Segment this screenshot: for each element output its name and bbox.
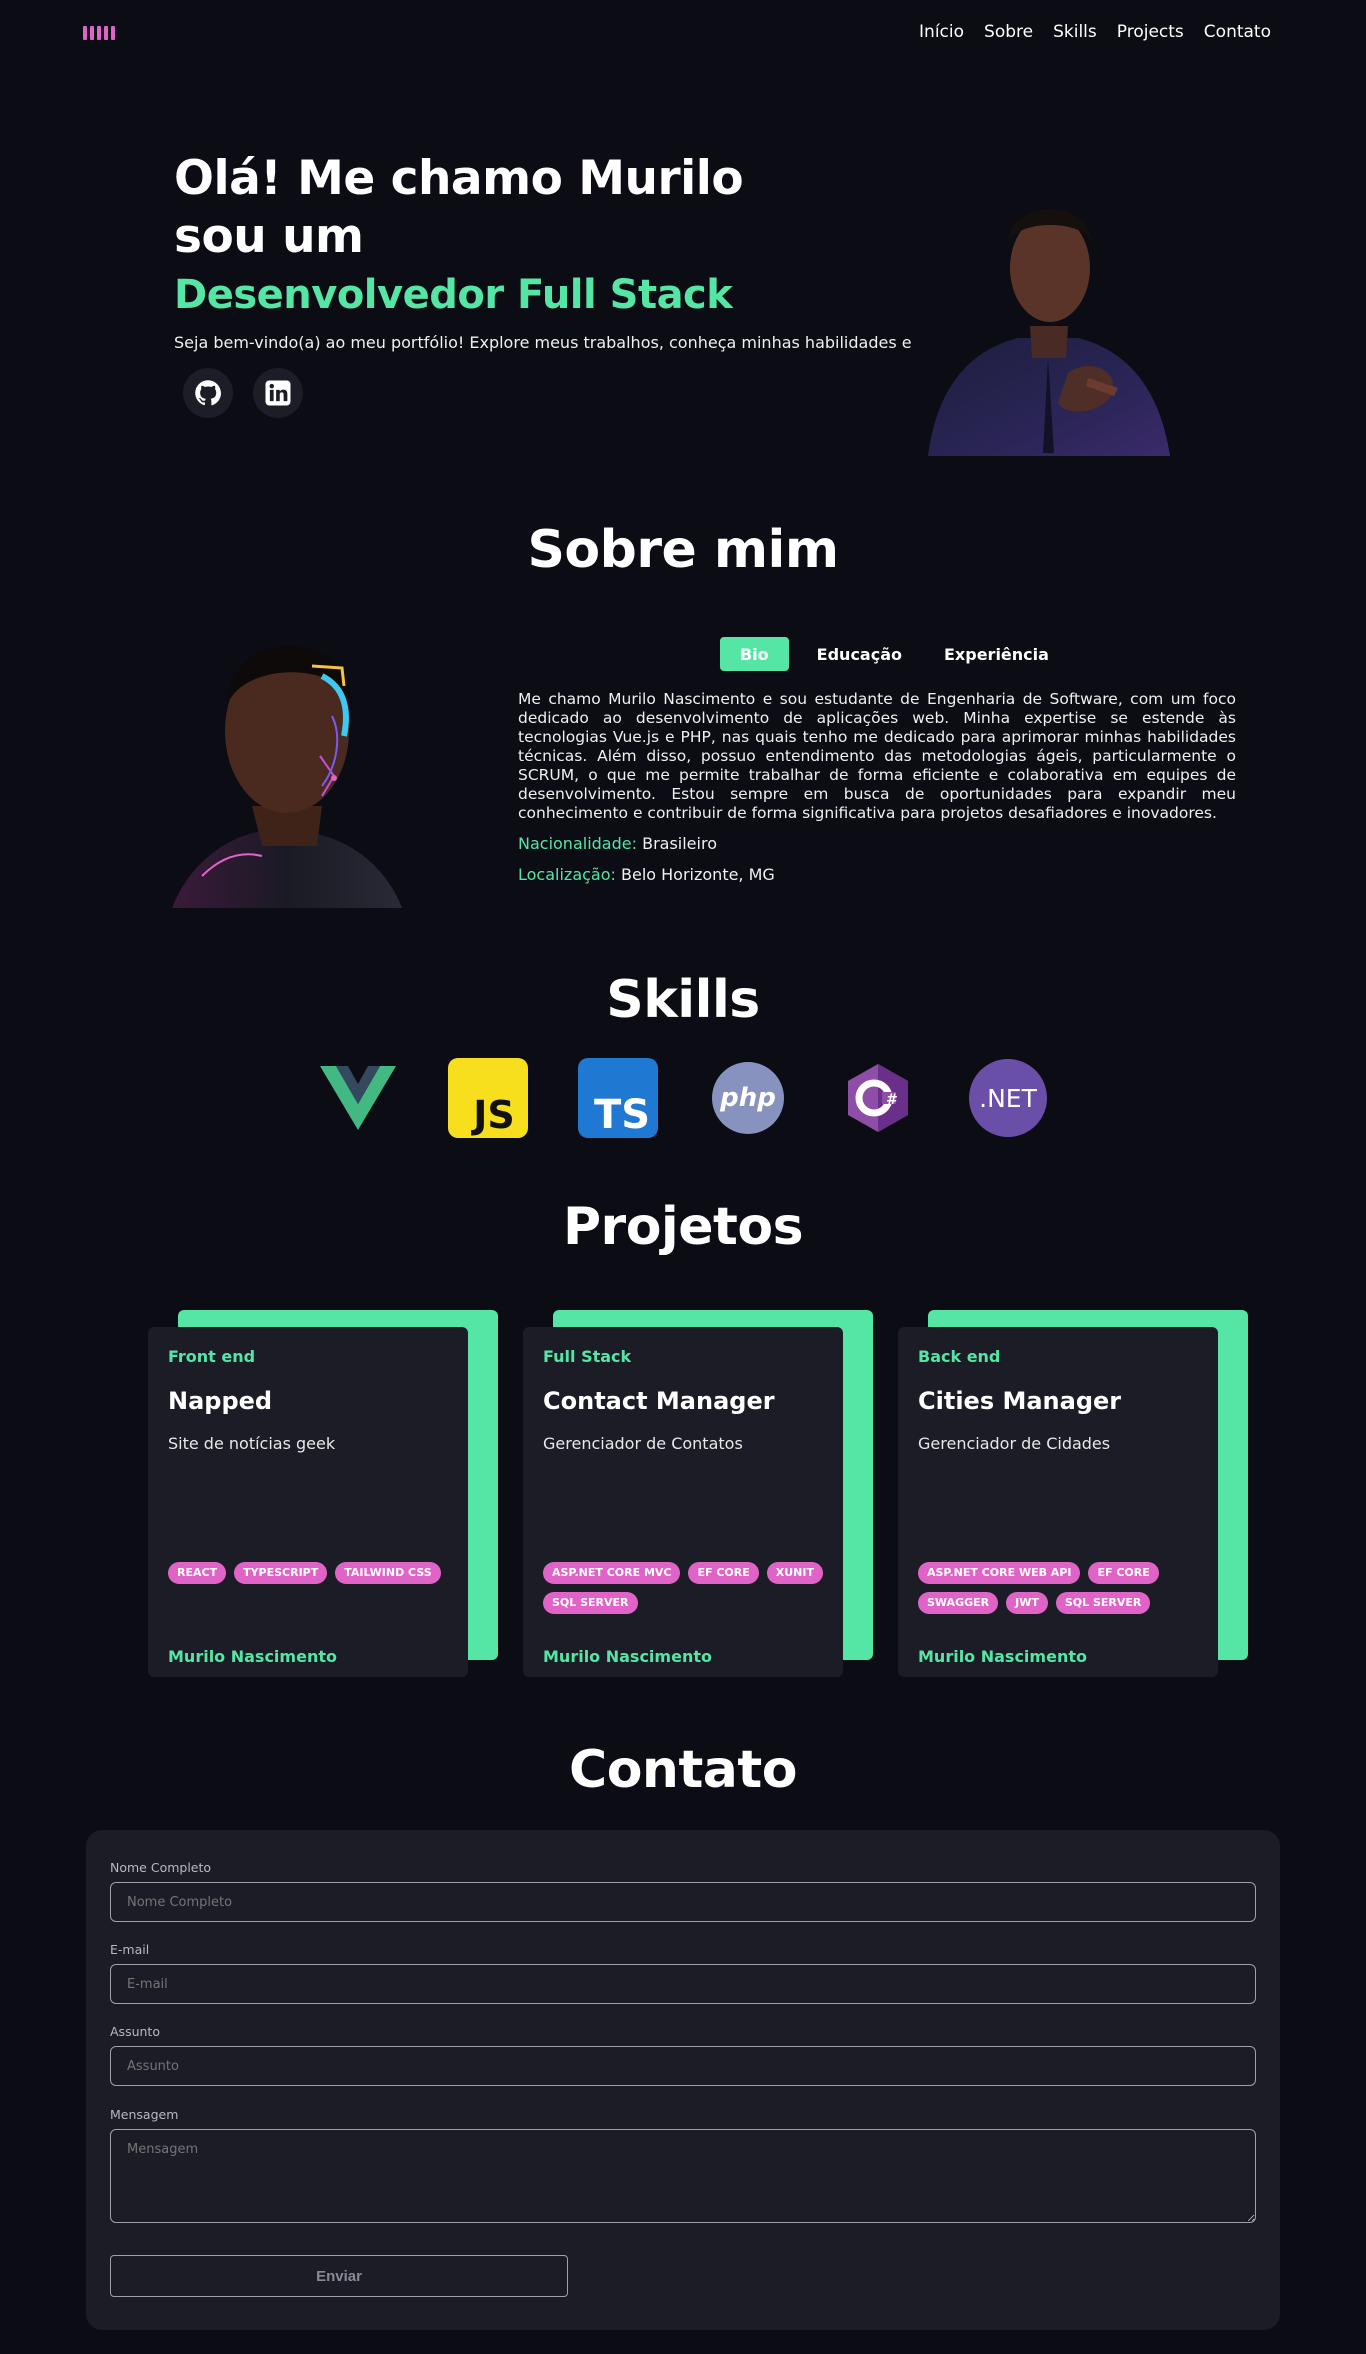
javascript-icon: JS	[448, 1058, 528, 1138]
email-label: E-mail	[110, 1942, 150, 1957]
nav-link-skills[interactable]: Skills	[1053, 22, 1097, 42]
logo-bar	[104, 26, 108, 40]
php-icon: php	[708, 1058, 788, 1138]
tab-experiencia[interactable]: Experiência	[930, 637, 1063, 671]
card-title: Napped	[168, 1387, 273, 1415]
tag: TYPESCRIPT	[234, 1562, 328, 1584]
nav-links: Início Sobre Skills Projects Contato	[919, 22, 1271, 42]
contact-title: Contato	[569, 1740, 797, 1800]
nationality-value: Brasileiro	[642, 834, 717, 853]
project-card[interactable]: Full Stack Contact Manager Gerenciador d…	[523, 1310, 873, 1682]
logo-bar	[90, 26, 94, 40]
subject-field[interactable]	[110, 2046, 1256, 2086]
dotnet-icon: .NET	[968, 1058, 1048, 1138]
card-body: Full Stack Contact Manager Gerenciador d…	[523, 1327, 843, 1677]
logo-bar	[111, 26, 115, 40]
card-author: Murilo Nascimento	[168, 1647, 337, 1666]
nav-link-sobre[interactable]: Sobre	[984, 22, 1033, 42]
nationality-line: Nacionalidade: Brasileiro	[518, 834, 717, 853]
tag: XUNIT	[766, 1562, 823, 1584]
about-tabs: Bio Educação Experiência	[720, 637, 1063, 671]
subject-label: Assunto	[110, 2024, 160, 2039]
logo[interactable]	[83, 26, 115, 40]
dotnet-label: .NET	[979, 1084, 1037, 1113]
csharp-icon: #	[838, 1058, 918, 1138]
tag: EF CORE	[688, 1562, 759, 1584]
svg-text:#: #	[886, 1092, 898, 1108]
top-nav: Início Sobre Skills Projects Contato	[0, 0, 1366, 64]
location-line: Localização: Belo Horizonte, MG	[518, 865, 775, 884]
nav-link-contato[interactable]: Contato	[1204, 22, 1271, 42]
message-label: Mensagem	[110, 2107, 179, 2122]
card-body: Front end Napped Site de notícias geek R…	[148, 1327, 468, 1677]
tag: TAILWIND CSS	[335, 1562, 441, 1584]
bio-text: Me chamo Murilo Nascimento e sou estudan…	[518, 690, 1236, 822]
linkedin-link[interactable]	[253, 368, 303, 418]
hero-title-line2: sou um	[174, 209, 364, 264]
github-icon	[195, 380, 221, 406]
card-author: Murilo Nascimento	[543, 1647, 712, 1666]
location-label: Localização:	[518, 865, 616, 884]
php-label: php	[719, 1083, 776, 1113]
about-portrait	[172, 606, 402, 908]
logo-bar	[97, 26, 101, 40]
location-value: Belo Horizonte, MG	[621, 865, 775, 884]
tag: ASP.NET CORE WEB API	[918, 1562, 1081, 1584]
card-category: Full Stack	[543, 1347, 632, 1366]
contact-form: Nome Completo E-mail Assunto Mensagem En…	[86, 1830, 1280, 2330]
hero-subtitle: Seja bem-vindo(a) ao meu portfólio! Expl…	[174, 333, 969, 352]
tag: ASP.NET CORE MVC	[543, 1562, 681, 1584]
skills-title: Skills	[606, 970, 760, 1030]
card-category: Back end	[918, 1347, 1001, 1366]
typescript-icon: TS	[578, 1058, 658, 1138]
project-card[interactable]: Back end Cities Manager Gerenciador de C…	[898, 1310, 1248, 1682]
vue-icon	[318, 1058, 398, 1138]
logo-bar	[83, 26, 87, 40]
about-title: Sobre mim	[527, 520, 839, 580]
tag: JWT	[1006, 1592, 1048, 1614]
hero-role: Desenvolvedor Full Stack	[174, 272, 733, 318]
card-description: Gerenciador de Cidades	[918, 1434, 1111, 1453]
linkedin-icon	[265, 380, 291, 406]
nav-link-inicio[interactable]: Início	[919, 22, 964, 42]
card-description: Gerenciador de Contatos	[543, 1434, 743, 1453]
nav-link-projects[interactable]: Projects	[1117, 22, 1184, 42]
tag: SWAGGER	[918, 1592, 999, 1614]
email-field[interactable]	[110, 1964, 1256, 2004]
tag: SQL SERVER	[543, 1592, 638, 1614]
card-body: Back end Cities Manager Gerenciador de C…	[898, 1327, 1218, 1677]
card-tags: REACT TYPESCRIPT TAILWIND CSS	[168, 1562, 458, 1584]
projects-title: Projetos	[562, 1197, 804, 1257]
card-author: Murilo Nascimento	[918, 1647, 1087, 1666]
nationality-label: Nacionalidade:	[518, 834, 637, 853]
project-card[interactable]: Front end Napped Site de notícias geek R…	[148, 1310, 498, 1682]
hero-title-line1: Olá! Me chamo Murilo	[174, 151, 744, 206]
card-title: Contact Manager	[543, 1387, 775, 1415]
message-field[interactable]	[110, 2129, 1256, 2223]
card-title: Cities Manager	[918, 1387, 1122, 1415]
github-link[interactable]	[183, 368, 233, 418]
tag: SQL SERVER	[1055, 1592, 1151, 1614]
name-field[interactable]	[110, 1882, 1256, 1922]
ts-label: TS	[594, 1092, 650, 1138]
hero-portrait	[918, 158, 1180, 456]
tab-educacao[interactable]: Educação	[803, 637, 916, 671]
send-button[interactable]: Enviar	[110, 2255, 568, 2297]
tag: REACT	[168, 1562, 227, 1584]
js-label: JS	[470, 1093, 515, 1137]
name-label: Nome Completo	[110, 1860, 212, 1875]
tag: EF CORE	[1088, 1562, 1159, 1584]
card-tags: ASP.NET CORE MVC EF CORE XUNIT SQL SERVE…	[543, 1562, 833, 1614]
card-category: Front end	[168, 1347, 256, 1366]
card-description: Site de notícias geek	[168, 1434, 336, 1453]
tab-bio[interactable]: Bio	[720, 637, 789, 671]
hero-title: Olá! Me chamo Murilo sou um	[174, 150, 744, 266]
card-tags: ASP.NET CORE WEB API EF CORE SWAGGER JWT…	[918, 1562, 1208, 1614]
